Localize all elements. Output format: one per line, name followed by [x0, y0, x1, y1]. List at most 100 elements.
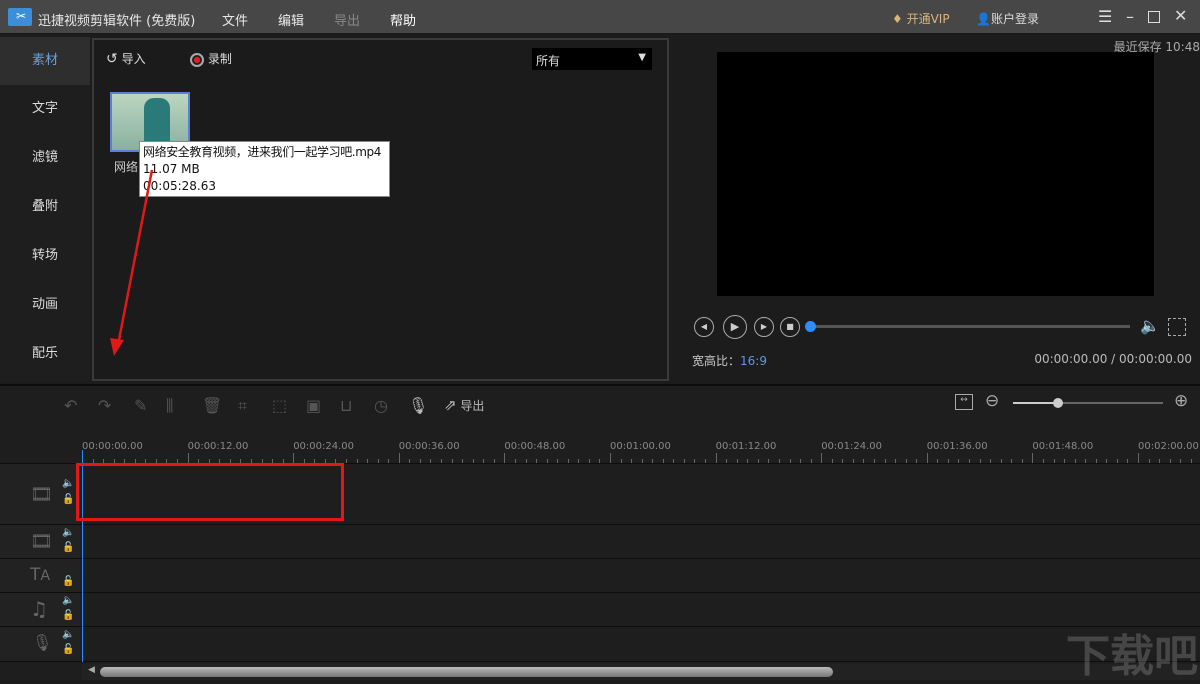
ruler-tick	[546, 459, 548, 463]
ruler-tick	[1074, 459, 1076, 463]
sidebar-item-filter[interactable]: 滤镜	[0, 134, 90, 182]
freeze-icon[interactable]: ⊔	[340, 396, 352, 415]
ruler-tick	[1085, 459, 1087, 463]
fit-timeline-icon[interactable]: ↔	[955, 394, 973, 410]
ruler-tick	[916, 459, 918, 463]
music-note-icon: ♫	[30, 597, 48, 621]
sidebar-item-text[interactable]: 文字	[0, 85, 90, 133]
ruler-tick	[757, 459, 759, 463]
lock-icon[interactable]: 🔓	[62, 542, 74, 553]
ruler-tick	[451, 459, 453, 463]
ruler-tick	[673, 459, 675, 463]
ruler-tick	[1064, 459, 1066, 463]
ruler-tick	[842, 459, 844, 463]
menu-edit[interactable]: 编辑	[278, 10, 304, 29]
zoom-in-icon[interactable]: ⊕	[1174, 391, 1188, 411]
progress-handle[interactable]	[805, 321, 816, 332]
stop-icon[interactable]: ■	[780, 317, 800, 337]
scrollbar-thumb[interactable]	[100, 667, 833, 677]
lock-icon[interactable]: 🔓	[62, 494, 74, 505]
menu-icon[interactable]: ☰	[1098, 7, 1112, 26]
ruler-tick	[874, 459, 875, 463]
prev-frame-icon[interactable]: ◀	[694, 317, 714, 337]
split-icon[interactable]: ⫼	[166, 396, 173, 416]
ruler-tick	[356, 459, 358, 463]
mute-icon[interactable]: 🔈	[62, 595, 74, 606]
mute-icon[interactable]: 🔈	[62, 478, 74, 489]
ruler-tick	[947, 459, 949, 463]
sidebar-item-music[interactable]: 配乐	[0, 330, 90, 378]
ruler-tick	[398, 453, 400, 463]
menu-file[interactable]: 文件	[222, 10, 248, 29]
play-icon[interactable]: ▶	[723, 315, 747, 339]
ruler-tick	[1148, 459, 1150, 463]
lock-icon[interactable]: 🔓	[62, 576, 74, 587]
time-display: 00:00:00.00 / 00:00:00.00	[1034, 352, 1192, 366]
film-strip-icon: 🎞	[30, 531, 53, 552]
next-frame-icon[interactable]: ▶	[754, 317, 774, 337]
film-icon: 🎞	[30, 484, 53, 505]
volume-icon[interactable]: 🔈	[1140, 316, 1160, 335]
account-button[interactable]: 👤账户登录	[976, 10, 1039, 27]
ruler-tick	[409, 459, 411, 463]
ruler-tick	[905, 459, 907, 463]
ruler-tick	[620, 459, 622, 463]
mute-icon[interactable]: 🔈	[62, 629, 74, 640]
ruler-label: 00:00:12.00	[187, 441, 249, 452]
ruler-label: 00:01:36.00	[926, 441, 988, 452]
text-track: TA 🔓	[0, 559, 1200, 593]
vip-button[interactable]: ♦ 开通VIP	[892, 10, 950, 27]
voice-track: 🎙 🔈 🔓	[0, 627, 1200, 662]
mosaic-icon[interactable]: ▣	[306, 396, 321, 415]
microphone-icon[interactable]: 🎙	[408, 396, 428, 415]
aspect-value[interactable]: 16:9	[740, 354, 767, 368]
crop-icon[interactable]: ⌗	[238, 396, 247, 416]
user-icon: 👤	[976, 12, 991, 26]
lock-icon[interactable]: 🔓	[62, 644, 74, 655]
aspect-ratio: 宽高比：16:9	[692, 352, 767, 369]
ruler-tick	[472, 459, 474, 463]
scroll-left-icon[interactable]: ◀	[88, 665, 95, 675]
zoom-out-icon[interactable]: ⊖	[985, 391, 999, 411]
track-header: 🎞 🔈 🔓	[0, 525, 80, 558]
ruler-tick	[1021, 459, 1023, 463]
resize-icon[interactable]: ⬚	[272, 396, 287, 415]
zoom-handle[interactable]	[1053, 398, 1063, 408]
minimize-icon[interactable]: –	[1126, 7, 1134, 26]
ruler-label: 00:01:24.00	[821, 441, 883, 452]
menu-export[interactable]: 导出	[334, 10, 360, 29]
menu-help[interactable]: 帮助	[390, 10, 416, 29]
ruler-tick	[346, 459, 347, 463]
ruler-label: 00:01:12.00	[715, 441, 777, 452]
lock-icon[interactable]: 🔓	[62, 610, 74, 621]
ruler-tick	[937, 459, 939, 463]
ruler-tick	[293, 453, 295, 463]
edit-icon[interactable]: ✎	[134, 396, 147, 415]
sidebar-item-transition[interactable]: 转场	[0, 232, 90, 280]
mute-icon[interactable]: 🔈	[62, 527, 74, 538]
sidebar-item-media[interactable]: 素材	[0, 37, 90, 85]
sidebar: 素材 文字 滤镜 叠附 转场 动画 配乐	[0, 37, 90, 382]
maximize-icon[interactable]	[1148, 11, 1160, 23]
ruler-tick	[821, 453, 823, 463]
preview-screen	[717, 52, 1154, 296]
horizontal-scrollbar[interactable]: ◀	[82, 664, 1200, 680]
ruler-tick	[493, 459, 495, 463]
export-button[interactable]: ⇗ 导出	[444, 396, 484, 414]
ruler-tick	[747, 459, 749, 463]
undo-icon[interactable]: ↶	[64, 396, 77, 415]
ruler-tick	[441, 459, 443, 463]
zoom-fill	[1013, 402, 1058, 404]
progress-slider[interactable]	[810, 325, 1130, 328]
sidebar-item-overlay[interactable]: 叠附	[0, 183, 90, 231]
sidebar-item-animation[interactable]: 动画	[0, 281, 90, 329]
close-icon[interactable]: ✕	[1174, 6, 1187, 25]
delete-icon[interactable]: 🗑	[202, 396, 222, 415]
timeline-ruler[interactable]: 00:00:00.00 00:00:12.00 00:00:24.00 00:00:3…	[0, 436, 1200, 464]
ruler-tick	[367, 459, 369, 463]
duration-icon[interactable]: ◷	[374, 396, 388, 415]
ruler-tick	[789, 459, 791, 463]
track-header: ♫ 🔈 🔓	[0, 593, 80, 626]
fullscreen-icon[interactable]	[1168, 318, 1186, 336]
redo-icon[interactable]: ↷	[98, 396, 111, 415]
